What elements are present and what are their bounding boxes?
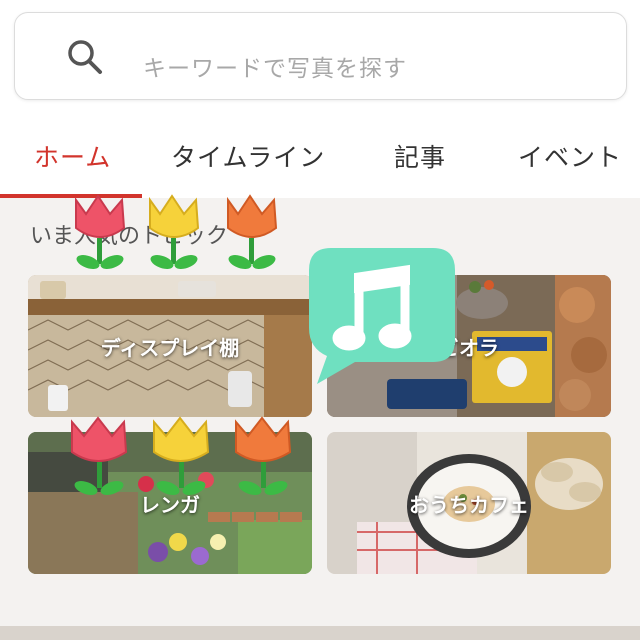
tab-articles[interactable]: 記事 (394, 138, 446, 174)
header: キーワードで写真を探す ホーム タイムライン 記事 イベント (0, 0, 640, 198)
topic-tile-display-shelf[interactable]: ディスプレイ棚 (28, 275, 312, 417)
tab-events[interactable]: イベント (518, 138, 622, 174)
next-row-peek (0, 626, 640, 640)
tab-home[interactable]: ホーム (34, 138, 111, 174)
tulip-icon (71, 416, 128, 495)
tab-bar: ホーム タイムライン 記事 イベント (0, 128, 640, 198)
topic-tile-label: ディスプレイ棚 (100, 335, 240, 360)
tulip-icon (153, 416, 210, 495)
topic-tile-home-cafe[interactable]: おうちカフェ (327, 432, 611, 574)
search-input[interactable]: キーワードで写真を探す (143, 49, 407, 83)
topic-tile-label: おうちカフェ (409, 492, 529, 517)
tulip-icon (149, 194, 200, 269)
tulip-decoration-bottom (71, 416, 292, 495)
music-note-sticker[interactable] (303, 244, 459, 386)
tulip-icon (235, 416, 292, 495)
tulip-icon (75, 194, 126, 269)
tab-timeline[interactable]: タイムライン (171, 138, 325, 174)
search-bar[interactable]: キーワードで写真を探す (14, 12, 627, 100)
tulip-decoration-top (75, 194, 278, 269)
tulip-icon (227, 194, 278, 269)
search-icon (68, 40, 102, 74)
